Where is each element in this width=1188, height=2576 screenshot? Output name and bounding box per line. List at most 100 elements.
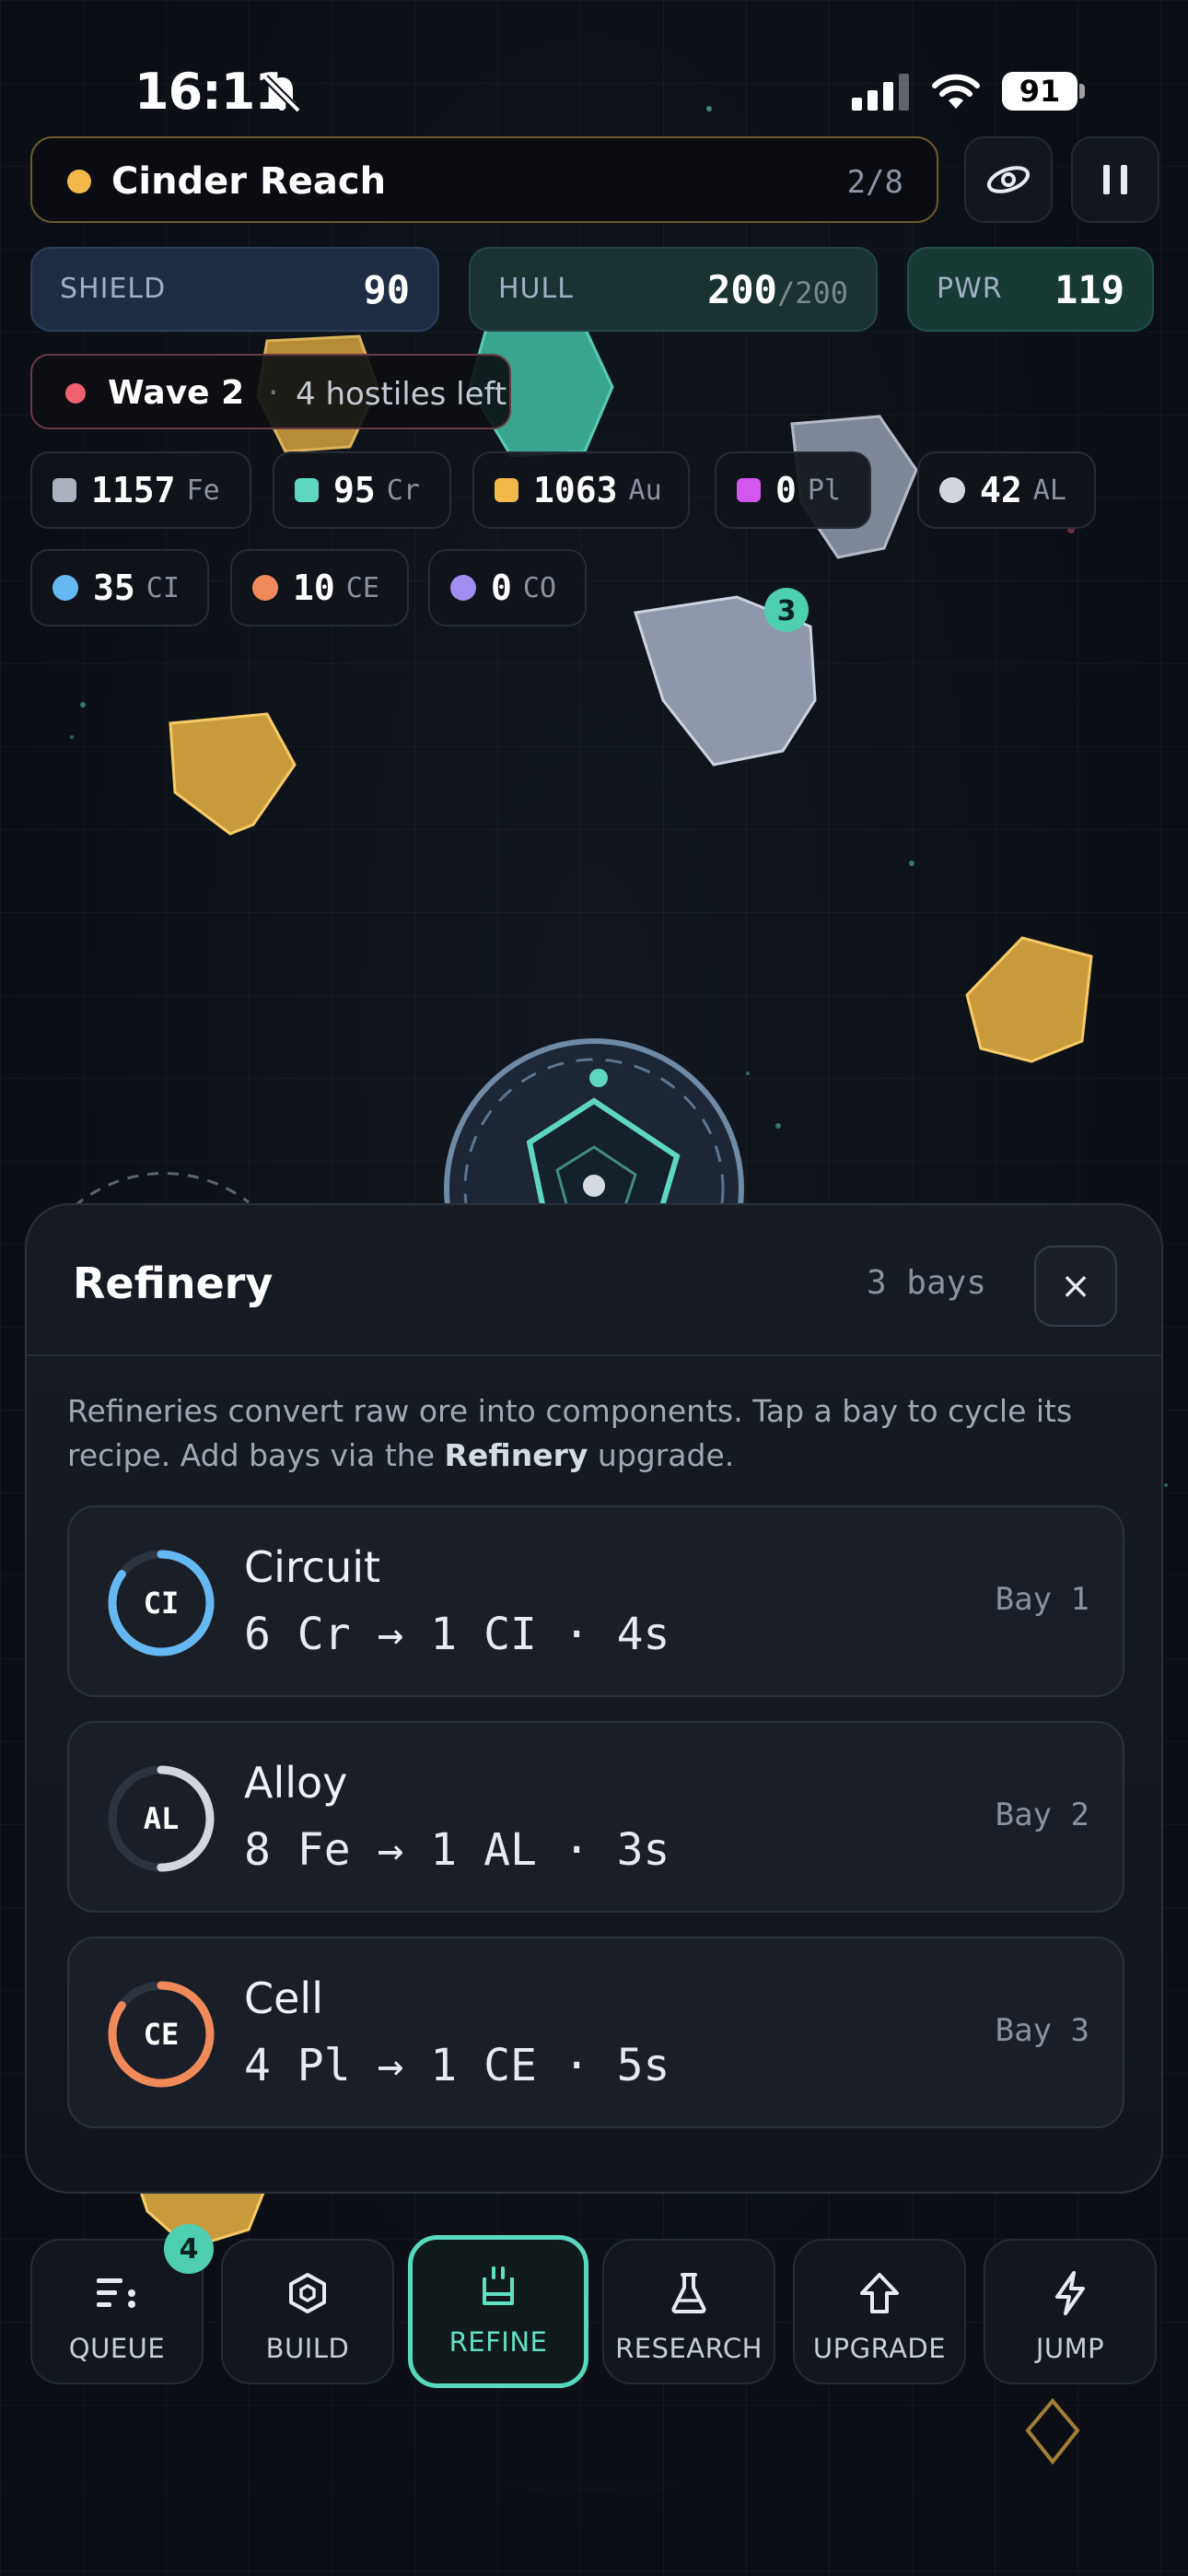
gold-asteroid xyxy=(965,936,1093,1063)
nav-label: REFINE xyxy=(448,2326,548,2358)
resource-chip: 35 CI xyxy=(30,549,209,626)
bell-muted-icon xyxy=(262,75,301,113)
bay-number: Bay 2 xyxy=(995,1797,1089,1833)
hull-value-group: 200/200 xyxy=(707,267,848,312)
power-value: 119 xyxy=(1054,267,1124,312)
resource-chip: 0 CO xyxy=(428,549,587,626)
nav-label: RESEARCH xyxy=(615,2333,763,2364)
sector-progress: 2/8 xyxy=(846,164,903,201)
refinery-bay[interactable]: CI Circuit 6 Cr → 1 CI · 4s Bay 1 xyxy=(67,1505,1124,1697)
location-dot xyxy=(67,170,91,193)
resource-swatch xyxy=(52,478,76,502)
resource-chip: 95 Cr xyxy=(273,451,451,529)
view-toggle-button[interactable] xyxy=(964,136,1053,223)
resource-symbol: AL xyxy=(1032,474,1066,507)
resource-swatch xyxy=(52,575,78,601)
bay-recipe: 6 Cr → 1 CI · 4s xyxy=(244,1609,670,1660)
resource-symbol: Fe xyxy=(186,474,220,507)
wave-dot xyxy=(65,383,86,404)
resource-symbol: CO xyxy=(522,571,557,604)
desc-text-end: upgrade. xyxy=(588,1437,735,1473)
resource-chip: 1157 Fe xyxy=(30,451,251,529)
bay-number: Bay 1 xyxy=(995,1581,1089,1618)
battery-level: 91 xyxy=(1002,72,1077,111)
resource-chip: 1063 Au xyxy=(472,451,690,529)
panel-header: Refinery 3 bays × xyxy=(27,1205,1161,1356)
refinery-bay[interactable]: AL Alloy 8 Fe → 1 AL · 3s Bay 2 xyxy=(67,1721,1124,1913)
queue-badge: 4 xyxy=(164,2224,214,2274)
refinery-bay[interactable]: CE Cell 4 Pl → 1 CE · 5s Bay 3 xyxy=(67,1937,1124,2128)
hull-max: /200 xyxy=(776,275,848,310)
power-stat: PWR 119 xyxy=(907,247,1154,332)
nav-build[interactable]: BUILD xyxy=(221,2239,394,2384)
pause-icon xyxy=(1103,165,1127,194)
shield-value: 90 xyxy=(363,267,410,312)
resource-swatch xyxy=(737,478,761,502)
hull-label: HULL xyxy=(498,273,574,305)
location-name: Cinder Reach xyxy=(111,160,387,203)
pause-button[interactable] xyxy=(1071,136,1159,223)
hexagon-icon xyxy=(289,2273,326,2313)
resource-amount: 35 xyxy=(93,568,135,608)
refine-icon xyxy=(483,2266,514,2305)
flask-icon xyxy=(671,2273,706,2313)
resource-amount: 1157 xyxy=(91,470,176,510)
resource-amount: 10 xyxy=(293,568,335,608)
resource-amount: 95 xyxy=(333,470,376,510)
power-label: PWR xyxy=(937,273,1003,305)
resource-symbol: CI xyxy=(146,571,180,604)
shield-stat: SHIELD 90 xyxy=(30,247,439,332)
close-icon: × xyxy=(1060,1265,1091,1307)
resource-amount: 42 xyxy=(980,470,1022,510)
resource-amount: 0 xyxy=(775,470,797,510)
bay-count: 3 bays xyxy=(866,1264,986,1302)
nav-jump[interactable]: JUMP xyxy=(984,2239,1157,2384)
nav-research[interactable]: RESEARCH xyxy=(602,2239,775,2384)
hull-stat: HULL 200/200 xyxy=(469,247,878,332)
bolt-icon xyxy=(1055,2271,1085,2315)
bay-recipe-name: Cell xyxy=(244,1973,323,2023)
hull-value: 200 xyxy=(707,267,777,312)
location-bar[interactable]: Cinder Reach 2/8 xyxy=(30,136,938,223)
desc-upgrade-name: Refinery xyxy=(444,1437,588,1473)
battery-nub xyxy=(1079,84,1085,99)
resource-symbol: Au xyxy=(628,474,662,507)
nav-label: QUEUE xyxy=(68,2333,166,2364)
resource-symbol: CE xyxy=(345,571,379,604)
shield-label: SHIELD xyxy=(60,273,167,305)
wave-title: Wave 2 xyxy=(108,374,245,412)
nav-upgrade[interactable]: UPGRADE xyxy=(793,2239,966,2384)
nav-label: BUILD xyxy=(265,2333,350,2364)
jump-beacon xyxy=(1025,2397,1080,2465)
resource-amount: 0 xyxy=(491,568,512,608)
asteroid-badge: 3 xyxy=(777,595,797,627)
gold-asteroid xyxy=(169,712,297,836)
wifi-icon xyxy=(932,74,980,109)
wave-separator: · xyxy=(268,374,279,412)
close-button[interactable]: × xyxy=(1034,1246,1117,1327)
bay-recipe: 8 Fe → 1 AL · 3s xyxy=(244,1824,670,1876)
bay-recipe-name: Circuit xyxy=(244,1542,381,1592)
panel-title: Refinery xyxy=(73,1259,274,1308)
bay-recipe-name: Alloy xyxy=(244,1758,348,1808)
resource-symbol: Cr xyxy=(386,474,420,507)
arrow-up-icon xyxy=(860,2273,899,2313)
refinery-panel: Refinery 3 bays × Refineries convert raw… xyxy=(25,1203,1163,2194)
orbit-eye-icon xyxy=(986,166,1031,193)
resource-swatch xyxy=(295,478,319,502)
wave-hostiles: 4 hostiles left xyxy=(296,376,507,413)
resource-swatch xyxy=(450,575,476,601)
bay-recipe: 4 Pl → 1 CE · 5s xyxy=(244,2040,670,2091)
queue-icon xyxy=(97,2278,135,2308)
resource-amount: 1063 xyxy=(533,470,618,510)
nav-refine[interactable]: REFINE xyxy=(408,2235,588,2388)
resource-chip: 10 CE xyxy=(230,549,409,626)
status-bar: 16:11 91 xyxy=(0,55,1188,129)
bay-output-abbr: CI xyxy=(143,1586,180,1621)
cell-signal-icon xyxy=(852,74,909,111)
wave-indicator: Wave 2 · 4 hostiles left xyxy=(30,354,511,429)
resource-swatch xyxy=(939,477,965,503)
resource-chip: 0 Pl xyxy=(715,451,871,529)
panel-description: Refineries convert raw ore into componen… xyxy=(67,1389,1117,1478)
nav-label: JUMP xyxy=(1035,2333,1105,2364)
